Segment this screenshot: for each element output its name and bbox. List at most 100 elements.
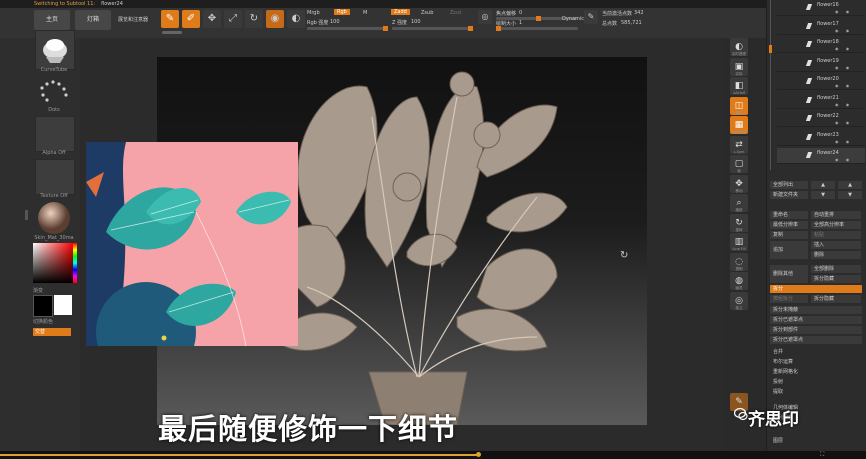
subtool-row[interactable]: flower18 ◉ ◉ [777,37,865,53]
focal-shift-icon[interactable]: ◎ [478,10,492,24]
split-hidden-button[interactable]: 拆分隐藏 [811,275,861,283]
lightbox-button[interactable]: 灯箱 [75,10,111,30]
home-button[interactable]: 主页 [34,10,70,30]
subtool-visibility-icon[interactable]: ◉ ◉ [835,120,852,125]
move-up-button[interactable]: ▲ [811,181,835,189]
draw-size-slider[interactable] [496,26,578,31]
timeline-handle[interactable] [476,452,481,457]
texture-thumbnail[interactable] [35,159,75,195]
subtool-row[interactable]: flower20 ◉ ◉ [777,74,865,90]
subtool-visibility-icon[interactable]: ◉ ◉ [835,83,852,88]
merge-section[interactable]: 合并 [770,348,862,356]
zcut-toggle[interactable]: Zcut [450,10,461,16]
rotate-icon[interactable]: ↻ [245,10,263,28]
split-to-groups-button[interactable]: 拆分已遮罩点 [770,336,862,344]
color-picker[interactable] [33,243,73,283]
layers-section[interactable]: 图层 [770,437,862,445]
timeline-progress [0,454,478,456]
subtool-visibility-icon[interactable]: ◉ ◉ [835,28,852,33]
move-icon[interactable]: ✥ [203,10,221,28]
copy-button[interactable]: 复制 [770,231,808,239]
list-all-button[interactable]: 全部列出 [770,181,808,189]
switch-color-label[interactable]: 切换颜色 [33,318,53,325]
subtool-visibility-icon[interactable]: ◉ ◉ [835,102,852,107]
rgb-intensity-slider[interactable] [307,26,388,31]
subtool-visibility-icon[interactable]: ◉ ◉ [835,139,852,144]
subtool-visibility-icon[interactable]: ◉ ◉ [835,46,852,51]
all-high-res-button[interactable]: 全部高分辨率 [811,221,861,229]
subtool-row[interactable]: flower17 ◉ ◉ [777,19,865,35]
subtool-row[interactable]: flower21 ◉ ◉ [777,93,865,109]
paste-button[interactable]: 粘贴 [811,231,861,239]
subtool-visibility-icon[interactable]: ◉ ◉ [835,157,852,162]
boolean-section[interactable]: 布尔运算 [770,358,862,366]
brush-name: CurveTube [40,67,68,73]
move-up-fast-button[interactable]: ▲ [838,181,862,189]
gradient-label[interactable]: 渐变 [33,287,43,294]
split-section-header[interactable]: 拆分 [770,285,862,293]
subtool-name: flower24 [817,150,839,156]
zadd-toggle[interactable]: Zadd [391,9,410,15]
move-down-fast-button[interactable]: ▼ [838,191,862,199]
new-folder-button[interactable]: 新建文件夹 [770,191,808,199]
z-intensity-slider[interactable] [392,26,473,31]
dynamic-toggle[interactable]: Dynamic [562,16,584,22]
append-button[interactable]: 追加 [770,241,808,259]
hue-slider[interactable] [73,243,77,283]
subtool-row[interactable]: flower16 ◉ ◉ [777,0,865,16]
subtool-row[interactable]: flower19 ◉ ◉ [777,56,865,72]
m-toggle[interactable]: M [363,10,367,16]
right-toolbar-label: 移动 [735,188,743,193]
subtool-scroll-track[interactable] [770,0,771,170]
mrgb-toggle[interactable]: Mrgb [307,10,320,16]
subtool-row[interactable]: flower24 ◉ ◉ [777,148,865,164]
lightbox-sub-label[interactable]: 展览和注意器 [118,16,148,23]
right-toolbar-label: 独立 [735,305,743,310]
alternate-toggle[interactable]: 交替 [33,328,71,336]
subtool-row[interactable]: flower23 ◉ ◉ [777,130,865,146]
split-hidden-button-2[interactable]: 拆分隐藏 [811,295,861,303]
all-low-res-button[interactable]: 最低分辨率 [770,221,808,229]
sphere-brush-icon[interactable]: ◉ [266,10,284,28]
rename-button[interactable]: 重命名 [770,211,808,219]
split-to-parts-button[interactable]: 拆分到部件 [770,326,862,334]
main-color-swatch[interactable] [54,295,72,315]
zsub-toggle[interactable]: Zsub [421,10,433,16]
project-section[interactable]: 投射 [770,378,862,386]
insert-button[interactable]: 插入 [811,241,861,249]
extract-section[interactable]: 提取 [770,388,862,396]
subtool-name: flower20 [817,76,839,82]
subtool-scroll-handle[interactable] [769,45,772,53]
split-masked-button[interactable]: 拆分已遮罩点 [770,316,862,324]
brush-thumbnail[interactable] [35,30,75,70]
delete-all-button[interactable]: 全部删除 [811,265,861,273]
split-poly-button[interactable]: 拆分未掩蔽 [770,306,862,314]
z-intensity-label: Z 强度 [392,20,408,26]
brush-size-icon[interactable]: ✎ [584,10,598,24]
edit-icon[interactable]: ✎ [161,10,179,28]
remesh-section[interactable]: 重新网格化 [770,368,862,376]
auto-reorder-button[interactable]: 自动重排 [811,211,861,219]
material-thumbnail[interactable] [35,201,73,235]
move-down-button[interactable]: ▼ [811,191,835,199]
video-subtitle: 最后随便修饰一下细节 [158,412,459,446]
subtool-row[interactable]: flower22 ◉ ◉ [777,111,865,127]
gyro-icon[interactable]: ◐ [287,10,305,28]
stroke-thumbnail[interactable] [35,76,73,108]
watermark-brand: 齐思印 [748,410,799,430]
alpha-thumbnail[interactable] [35,116,75,152]
secondary-color-swatch[interactable] [33,295,53,317]
subtool-visibility-icon[interactable]: ◉ ◉ [835,9,852,14]
groups-split-button[interactable]: 按组拆分 [770,295,808,303]
subtool-visibility-icon[interactable]: ◉ ◉ [835,65,852,70]
rotate-pivot-icon[interactable]: ↻ [620,250,628,261]
delete-button[interactable]: 删除 [811,251,861,259]
fullscreen-icon[interactable]: ⛶ [820,451,830,459]
toolbar-scroll-handle[interactable] [162,31,182,34]
delete-other-button[interactable]: 删除其他 [770,265,808,283]
scale-icon[interactable]: ⤢ [224,10,242,28]
draw-icon[interactable]: ✐ [182,10,200,28]
left-panel-scroll-handle[interactable] [25,210,28,220]
rgb-toggle[interactable]: Rgb [334,9,350,15]
z-intensity-value: 100 [411,19,421,25]
